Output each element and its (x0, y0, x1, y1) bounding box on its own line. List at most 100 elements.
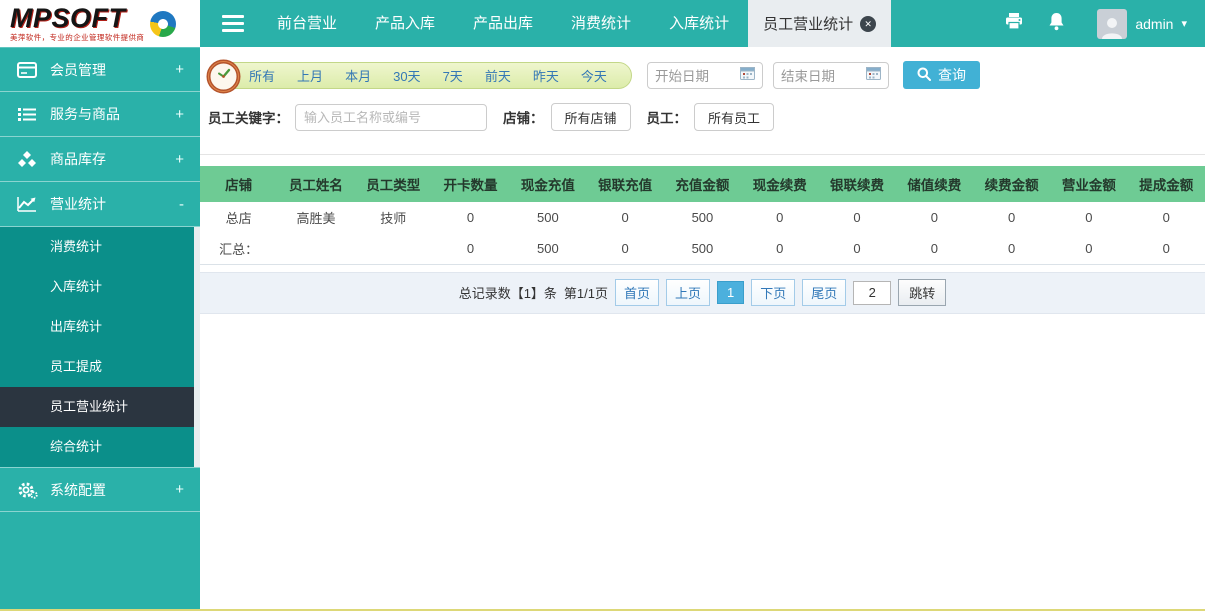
staff-business-table: 店铺 员工姓名 员工类型 开卡数量 现金充值 银联充值 充值金额 现金续费 银联… (200, 166, 1205, 265)
username: admin (1135, 16, 1173, 32)
cell: 总店 (200, 202, 277, 233)
cell: 500 (664, 202, 741, 233)
line-chart-icon (16, 196, 38, 212)
time-link-last-month[interactable]: 上月 (297, 66, 323, 85)
logo-globe-icon (150, 11, 176, 37)
time-link-30-days[interactable]: 30天 (393, 66, 420, 85)
col-cards-opened: 开卡数量 (432, 166, 509, 202)
time-link-day-before[interactable]: 前天 (485, 66, 511, 85)
time-link-all[interactable]: 所有 (249, 66, 275, 85)
cell: 0 (1128, 233, 1205, 264)
logo-tagline: 美萍软件，专业的企业管理软件提供商 (10, 32, 144, 43)
keyword-label: 员工关键字： (208, 107, 289, 127)
notifications-button[interactable] (1048, 12, 1065, 36)
start-date-input[interactable]: 开始日期 (647, 62, 763, 89)
sidebar-item-business-stats[interactable]: 营业统计 - (0, 182, 200, 227)
member-card-icon (16, 62, 38, 78)
records-count-text: 总记录数【1】条 (459, 283, 557, 302)
table-row: 总店 高胜美 技师 0 500 0 500 0 0 0 0 0 0 (200, 202, 1205, 233)
sidebar-item-label: 系统配置 (50, 480, 175, 500)
sidebar-item-inventory[interactable]: 商品库存 + (0, 137, 200, 182)
close-icon[interactable]: ✕ (860, 16, 876, 32)
prev-page-button[interactable]: 上页 (666, 279, 710, 306)
cell (277, 233, 354, 264)
tab-staff-business-stats[interactable]: 员工营业统计 ✕ (748, 0, 891, 47)
menu-hamburger-icon[interactable] (208, 0, 258, 47)
cell: 技师 (355, 202, 432, 233)
sidebar-item-label: 商品库存 (50, 149, 175, 169)
cell: 0 (741, 202, 818, 233)
cell: 高胜美 (277, 202, 354, 233)
user-menu[interactable]: admin ▾ (1097, 9, 1187, 39)
collapse-icon: - (179, 196, 184, 213)
cell: 0 (818, 233, 895, 264)
sidebar-item-label: 会员管理 (50, 60, 175, 80)
sidebar-item-members[interactable]: 会员管理 + (0, 47, 200, 92)
nav-item-inbound-stats[interactable]: 入库统计 (650, 0, 748, 47)
page-jump-input[interactable] (853, 281, 891, 305)
col-commission-amount: 提成金额 (1128, 166, 1205, 202)
divider (200, 154, 1205, 155)
query-button-label: 查询 (938, 65, 966, 85)
expand-icon: + (175, 106, 184, 123)
next-page-button[interactable]: 下页 (751, 279, 795, 306)
cell: 0 (973, 233, 1050, 264)
calendar-icon[interactable] (740, 66, 755, 85)
shop-label: 店铺： (503, 107, 544, 127)
sidebar-subitem-consume-stats[interactable]: 消费统计 (0, 227, 200, 267)
sidebar: 会员管理 + 服务与商品 + 商品库存 + (0, 47, 200, 609)
table-header-row: 店铺 员工姓名 员工类型 开卡数量 现金充值 银联充值 充值金额 现金续费 银联… (200, 166, 1205, 202)
printer-icon (1004, 12, 1024, 35)
cell: 0 (973, 202, 1050, 233)
pagination-bar: 总记录数【1】条 第1/1页 首页 上页 1 下页 尾页 跳转 (200, 272, 1205, 314)
col-renewal-amount: 续费金额 (973, 166, 1050, 202)
cell: 0 (896, 202, 973, 233)
nav-item-frontdesk[interactable]: 前台营业 (258, 0, 356, 47)
col-staff-name: 员工姓名 (277, 166, 354, 202)
col-recharge-amount: 充值金额 (664, 166, 741, 202)
search-icon (917, 67, 931, 84)
start-date-placeholder: 开始日期 (655, 65, 709, 85)
cell: 0 (1050, 233, 1127, 264)
cell: 0 (586, 202, 663, 233)
sidebar-subitem-comprehensive-stats[interactable]: 综合统计 (0, 427, 200, 467)
first-page-button[interactable]: 首页 (615, 279, 659, 306)
table-summary-row: 汇总： 0 500 0 500 0 0 0 0 0 0 (200, 233, 1205, 264)
staff-keyword-input[interactable] (295, 104, 487, 131)
last-page-button[interactable]: 尾页 (802, 279, 846, 306)
col-unionpay-recharge: 银联充值 (586, 166, 663, 202)
nav-item-product-out[interactable]: 产品出库 (454, 0, 552, 47)
avatar (1097, 9, 1127, 39)
sidebar-item-label: 服务与商品 (50, 104, 175, 124)
col-cash-renewal: 现金续费 (741, 166, 818, 202)
time-link-today[interactable]: 今天 (581, 66, 607, 85)
sidebar-item-services-goods[interactable]: 服务与商品 + (0, 92, 200, 137)
gear-icon (16, 481, 38, 499)
cell: 0 (1050, 202, 1127, 233)
nav-item-product-in[interactable]: 产品入库 (356, 0, 454, 47)
sidebar-item-system-config[interactable]: 系统配置 + (0, 467, 200, 512)
sidebar-subitem-inbound-stats[interactable]: 入库统计 (0, 267, 200, 307)
staff-select-button[interactable]: 所有员工 (694, 103, 774, 131)
cell: 500 (664, 233, 741, 264)
footer-accent-line (0, 609, 1205, 611)
current-page-button[interactable]: 1 (717, 281, 744, 304)
sidebar-subitem-outbound-stats[interactable]: 出库统计 (0, 307, 200, 347)
time-link-this-month[interactable]: 本月 (345, 66, 371, 85)
sidebar-subitem-staff-business-stats[interactable]: 员工营业统计 (0, 387, 200, 427)
query-button[interactable]: 查询 (903, 61, 980, 89)
time-link-7-days[interactable]: 7天 (443, 66, 463, 85)
print-button[interactable] (1004, 12, 1024, 35)
calendar-icon[interactable] (866, 66, 881, 85)
nav-item-consume-stats[interactable]: 消费统计 (552, 0, 650, 47)
jump-button[interactable]: 跳转 (898, 279, 946, 306)
time-link-yesterday[interactable]: 昨天 (533, 66, 559, 85)
expand-icon: + (175, 481, 184, 498)
cell: 0 (586, 233, 663, 264)
col-business-amount: 营业金额 (1050, 166, 1127, 202)
shop-select-button[interactable]: 所有店铺 (551, 103, 631, 131)
clock-icon (206, 59, 241, 99)
end-date-input[interactable]: 结束日期 (773, 62, 889, 89)
sidebar-subitem-staff-commission[interactable]: 员工提成 (0, 347, 200, 387)
bell-icon (1048, 12, 1065, 36)
